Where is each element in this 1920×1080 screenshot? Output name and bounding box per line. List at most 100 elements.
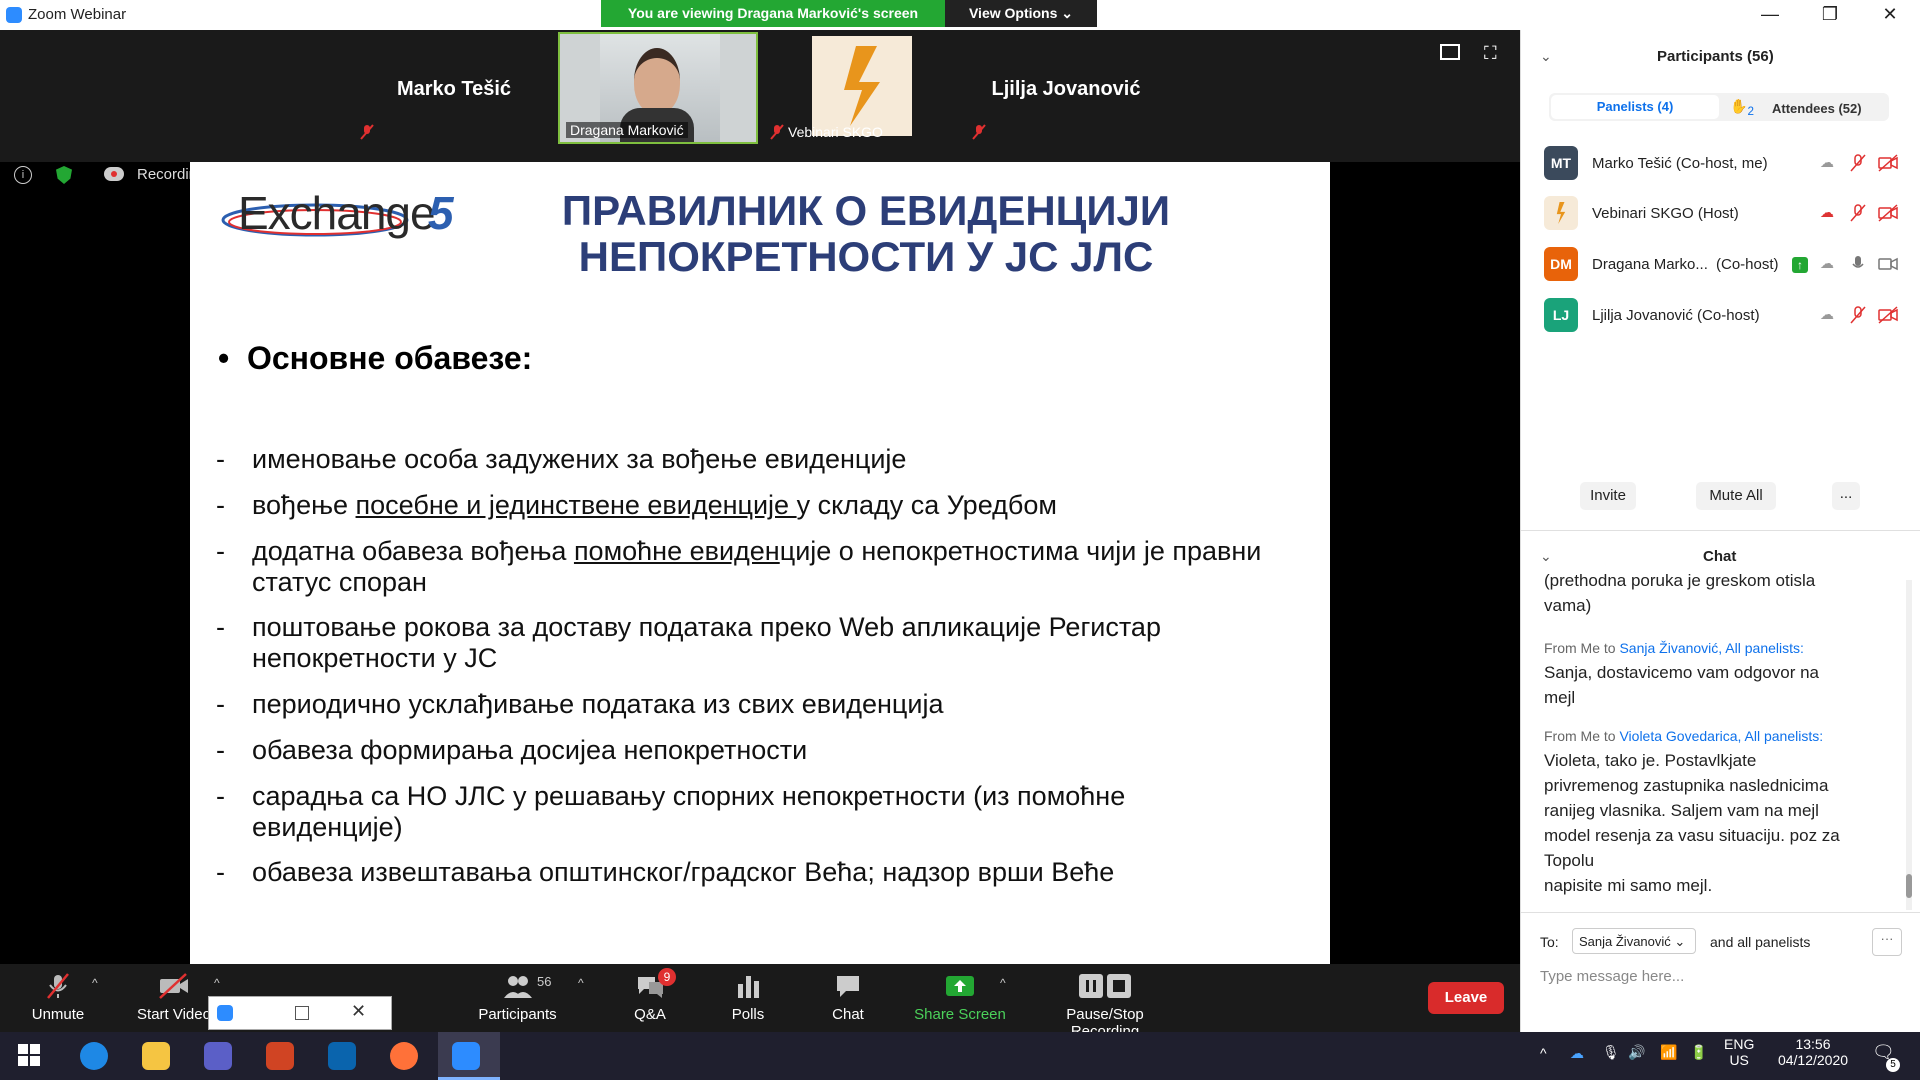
recipient-select[interactable]: Sanja Živanović ⌄ [1572, 928, 1696, 954]
chat-button[interactable]: Chat [818, 972, 878, 1023]
share-options-chevron-icon[interactable]: ^ [1000, 976, 1006, 990]
teams-icon[interactable] [204, 1042, 232, 1070]
avatar: DM [1544, 247, 1578, 281]
cloud-record-icon: ☁ [1820, 154, 1834, 170]
invite-button[interactable]: Invite [1580, 482, 1636, 510]
fullscreen-icon[interactable]: ⛶ [1484, 44, 1502, 62]
participants-title: Participants (56) [1657, 48, 1774, 65]
minimize-icon[interactable]: — [1740, 0, 1800, 30]
chat-more-button[interactable]: ··· [1872, 928, 1902, 956]
chat-message-text: Sanja, dostavicemo vam odgovor na mejl [1544, 663, 1819, 707]
video-tile[interactable]: Vebinari SKGO [764, 32, 964, 144]
slide-bullet: - поштовање рокова за доставу података пр… [216, 612, 1161, 673]
cloud-record-icon: ☁ [1820, 255, 1834, 271]
cloud-recording-icon [104, 167, 124, 181]
gallery-view-icon[interactable] [1440, 44, 1460, 60]
chat-recipient-link[interactable]: Violeta Govedarica, All panelists: [1619, 728, 1823, 744]
microphone-tray-icon[interactable]: 🎙 [1602, 1044, 1620, 1061]
mic-muted-icon [360, 124, 374, 140]
video-off-icon [1878, 306, 1898, 324]
hand-count: 2 [1747, 104, 1754, 118]
video-off-icon [1878, 154, 1898, 172]
video-tile[interactable]: Marko Tešić [354, 32, 554, 144]
clock-date: 04/12/2020 [1777, 1052, 1849, 1068]
speaker-icon[interactable]: 🔊 [1628, 1044, 1645, 1061]
video-options-chevron-icon[interactable]: ^ [214, 976, 220, 990]
video-tile[interactable]: Ljilja Jovanović [966, 32, 1166, 144]
shared-slide: Exchange 5 ПРАВИЛНИК О ЕВИДЕНЦИЈИ НЕПОКР… [190, 162, 1330, 964]
tile-name: Ljilja Jovanović [991, 78, 1141, 100]
minimized-window-thumbnail[interactable]: ✕ [208, 996, 392, 1030]
chat-message-meta: From Me to Violeta Govedarica, All panel… [1544, 728, 1824, 744]
chat-recipient-link[interactable]: Sanja Živanović, All panelists: [1619, 640, 1803, 656]
maximize-icon[interactable] [295, 1006, 309, 1020]
cloud-record-icon: ☁ [1820, 204, 1834, 220]
outlook-icon[interactable] [328, 1042, 356, 1070]
mic-muted-icon [1850, 154, 1866, 172]
and-all-panelists-label: and all panelists [1710, 934, 1811, 950]
restore-icon[interactable]: ❐ [1800, 0, 1860, 30]
chat-icon [837, 976, 859, 997]
chat-scrollbar[interactable] [1906, 580, 1912, 910]
participants-chevron-icon[interactable]: ^ [578, 976, 584, 990]
window-title: Zoom Webinar [28, 6, 127, 23]
start-video-button[interactable]: Start Video [134, 972, 214, 1023]
pause-stop-recording-button[interactable]: Pause/Stop Recording [1030, 972, 1180, 1040]
leave-button[interactable]: Leave [1428, 982, 1504, 1014]
pause-stop-icon [1079, 974, 1131, 998]
participant-status-icons: ☁ [1820, 154, 1900, 174]
more-options-button[interactable]: ... [1832, 482, 1860, 510]
unmute-button[interactable]: Unmute [28, 972, 88, 1023]
video-tile-active-speaker[interactable]: Dragana Marković [558, 32, 758, 144]
mute-all-button[interactable]: Mute All [1696, 482, 1776, 510]
chat-title: Chat [1703, 548, 1737, 565]
tab-attendees[interactable]: Attendees (52) [1772, 101, 1862, 116]
raise-hand-icon: ✋2 [1730, 98, 1754, 118]
onedrive-icon[interactable]: ☁ [1570, 1045, 1584, 1062]
viewing-banner: You are viewing Dragana Marković's scree… [601, 0, 945, 27]
share-screen-button[interactable]: Share Screen [910, 972, 1010, 1023]
speaker-face [634, 48, 680, 114]
language-indicator[interactable]: ENG US [1724, 1036, 1754, 1068]
battery-icon[interactable]: 🔋 [1690, 1044, 1707, 1061]
logo-number: 5 [428, 187, 454, 239]
security-shield-icon[interactable] [56, 166, 72, 184]
clock[interactable]: 13:56 04/12/2020 [1770, 1036, 1856, 1068]
close-icon[interactable]: ✕ [1860, 0, 1920, 30]
wifi-icon[interactable]: 📶 [1660, 1044, 1677, 1061]
windows-start-icon[interactable] [18, 1044, 40, 1066]
mic-muted-icon [47, 973, 69, 999]
keyboard-layout: US [1729, 1052, 1749, 1068]
to-label: To: [1540, 934, 1559, 950]
firefox-icon[interactable] [390, 1042, 418, 1070]
video-on-icon [1878, 257, 1898, 271]
file-explorer-icon[interactable] [142, 1042, 170, 1070]
slide-heading: • Основне обавезе: [218, 340, 532, 377]
slide-bullet: - обавеза формирања досијеа непокретности [216, 735, 808, 765]
audio-options-chevron-icon[interactable]: ^ [92, 976, 98, 990]
chat-message-text: (prethodna poruka je greskom otisla vama… [1544, 574, 1816, 615]
polls-button[interactable]: Polls [718, 972, 778, 1023]
powerpoint-icon[interactable] [266, 1042, 294, 1070]
collapse-chat-icon[interactable]: ⌄ [1540, 548, 1552, 565]
start-video-label: Start Video [137, 1006, 211, 1023]
cloud-record-icon: ☁ [1820, 306, 1834, 322]
slide-bullet: - вођење посебне и јединствене евиденције… [216, 490, 1057, 520]
chat-input[interactable]: Type message here... [1540, 968, 1900, 985]
edge-browser-icon[interactable] [80, 1042, 108, 1070]
qa-label: Q&A [634, 1006, 666, 1023]
collapse-participants-icon[interactable]: ⌄ [1540, 48, 1552, 65]
slide-title-line: НЕПОКРЕТНОСТИ У ЈС ЈЛС [578, 233, 1154, 280]
show-hidden-icons-chevron-icon[interactable]: ^ [1540, 1045, 1547, 1061]
share-screen-label: Share Screen [914, 1006, 1006, 1023]
chevron-down-icon: ⌄ [1061, 5, 1074, 21]
avatar: MT [1544, 146, 1578, 180]
tab-panelists[interactable]: Panelists (4) [1551, 95, 1719, 119]
participant-name: Ljilja Jovanović (Co-host) [1592, 307, 1760, 324]
view-options-button[interactable]: View Options ⌄ [945, 0, 1097, 27]
slide-bullet: - именовање особа задужених за вођење еви… [216, 444, 907, 474]
tile-name: Marko Tešić [396, 78, 512, 100]
info-icon[interactable]: i [14, 166, 32, 184]
zoom-taskbar-icon[interactable] [452, 1042, 480, 1070]
close-icon[interactable]: ✕ [351, 1001, 366, 1022]
